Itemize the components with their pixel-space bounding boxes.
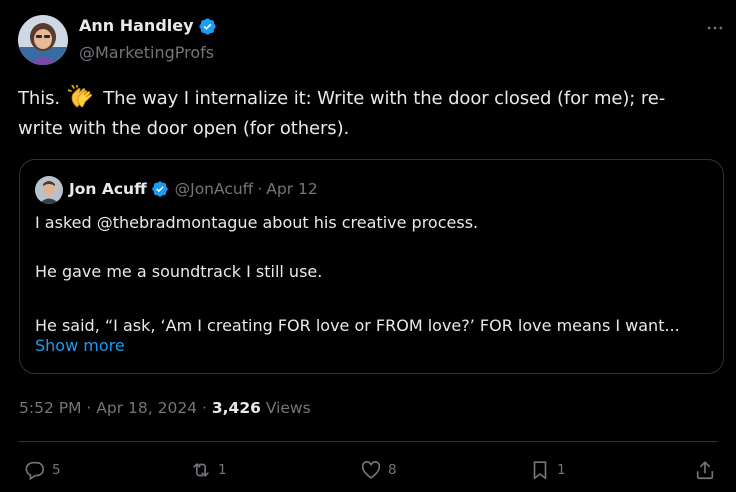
like-count: 8 — [388, 462, 397, 478]
quoted-tweet-date: Apr 12 — [266, 180, 318, 198]
quoted-tweet-card[interactable]: Jon Acuff @JonAcuff · Apr 12 I asked @th… — [19, 159, 724, 374]
tweet-text-line-1: This. The way I internalize it: Write wi… — [18, 84, 718, 114]
meta-separator: · — [86, 399, 92, 417]
heart-icon — [361, 461, 381, 479]
quoted-text-line-3: He said, “I ask, ‘Am I creating FOR love… — [35, 316, 680, 335]
author-handle[interactable]: @MarketingProfs — [79, 42, 214, 64]
reply-count: 5 — [52, 462, 61, 478]
tweet: Ann Handley @MarketingProfs This. The wa… — [0, 0, 736, 492]
repost-button[interactable]: 1 — [190, 458, 227, 482]
meta-separator: · — [201, 399, 207, 417]
bookmark-icon — [533, 461, 547, 480]
quoted-text-line-1: I asked @thebradmontague about his creat… — [35, 213, 479, 232]
bookmark-count: 1 — [557, 462, 566, 478]
show-more-link[interactable]: Show more — [35, 336, 125, 355]
author-avatar[interactable] — [18, 15, 68, 65]
share-button[interactable] — [694, 458, 716, 482]
tweet-meta: 5:52 PM · Apr 18, 2024 · 3,426 Views — [19, 397, 311, 419]
tweet-text-part1: This. — [18, 88, 61, 109]
like-button[interactable]: 8 — [360, 458, 397, 482]
views-label: Views — [265, 399, 311, 417]
quoted-author-avatar[interactable] — [35, 176, 63, 204]
verified-badge-icon — [198, 17, 216, 35]
share-icon — [696, 461, 714, 480]
tweet-text-part2: The way I internalize it: Write with the… — [103, 88, 666, 109]
author-name-text[interactable]: Ann Handley — [79, 15, 194, 37]
repost-count: 1 — [218, 462, 227, 478]
tweet-text-line-2: write with the door open (for others). — [18, 118, 350, 139]
quoted-separator: · — [257, 180, 263, 198]
more-icon — [707, 26, 723, 30]
reply-icon — [25, 461, 45, 481]
author-name[interactable]: Ann Handley — [79, 15, 217, 37]
divider — [18, 441, 718, 442]
quoted-author-handle: @JonAcuff — [174, 180, 254, 198]
verified-badge-icon — [151, 181, 168, 197]
quoted-tweet-header: Jon Acuff @JonAcuff · Apr 12 — [69, 178, 318, 200]
reply-button[interactable]: 5 — [24, 458, 61, 482]
more-options-button[interactable] — [698, 14, 732, 42]
tweet-date[interactable]: Apr 18, 2024 — [96, 399, 197, 417]
repost-icon — [193, 463, 209, 477]
quoted-text-line-2: He gave me a soundtrack I still use. — [35, 262, 323, 281]
views-count: 3,426 — [211, 399, 261, 417]
tweet-time[interactable]: 5:52 PM — [19, 399, 81, 417]
tweet-text: This. The way I internalize it: Write wi… — [18, 84, 718, 144]
clapping-hands-icon — [67, 85, 92, 108]
bookmark-button[interactable]: 1 — [529, 458, 566, 482]
quoted-author-name: Jon Acuff — [69, 180, 147, 198]
